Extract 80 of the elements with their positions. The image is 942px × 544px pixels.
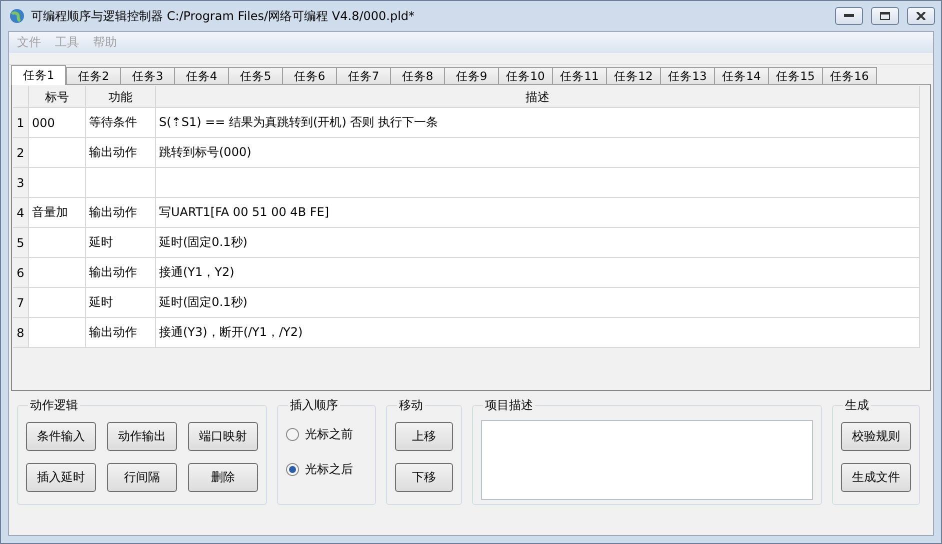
table-cell: 跳转到标号(000) — [156, 138, 920, 168]
column-header: 描述 — [156, 86, 920, 108]
tab[interactable]: 任务5 — [228, 67, 283, 85]
minimize-button[interactable] — [835, 7, 863, 25]
table-cell: 000 — [29, 108, 86, 138]
table-cell: 输出动作 — [86, 318, 156, 348]
maximize-icon — [880, 12, 890, 20]
table-cell: 写UART1[FA 00 51 00 4B FE] — [156, 198, 920, 228]
radio-label: 光标之后 — [305, 461, 353, 478]
table-cell: 输出动作 — [86, 258, 156, 288]
radio-icon[interactable] — [286, 428, 299, 441]
close-icon — [916, 12, 926, 20]
radio-option[interactable]: 光标之前 — [286, 426, 367, 443]
table-cell — [29, 288, 86, 318]
table-cell: 延时 — [86, 288, 156, 318]
table-cell — [29, 138, 86, 168]
action-button[interactable]: 行间隔 — [107, 463, 177, 492]
tab[interactable]: 任务9 — [444, 67, 499, 85]
group-title: 生成 — [844, 397, 870, 414]
row-number: 8 — [13, 318, 29, 348]
row-number: 7 — [13, 288, 29, 318]
row-number: 5 — [13, 228, 29, 258]
table-cell: 输出动作 — [86, 198, 156, 228]
table-cell: 延时 — [86, 228, 156, 258]
tab[interactable]: 任务12 — [606, 67, 661, 85]
radio-label: 光标之前 — [305, 426, 353, 443]
tab[interactable]: 任务2 — [66, 67, 121, 85]
tab[interactable]: 任务4 — [174, 67, 229, 85]
column-header: 功能 — [86, 86, 156, 108]
tab[interactable]: 任务6 — [282, 67, 337, 85]
group-title: 动作逻辑 — [29, 397, 79, 414]
tab[interactable]: 任务16 — [822, 67, 877, 85]
table-cell: 接通(Y1，Y2) — [156, 258, 920, 288]
row-number: 1 — [13, 108, 29, 138]
radio-option[interactable]: 光标之后 — [286, 461, 367, 478]
group-title: 移动 — [398, 397, 424, 414]
tab[interactable]: 任务7 — [336, 67, 391, 85]
table-cell — [29, 318, 86, 348]
generate-button[interactable]: 生成文件 — [841, 463, 911, 492]
generate-button[interactable]: 校验规则 — [841, 422, 911, 451]
window-title: 可编程顺序与逻辑控制器 C:/Program Files/网络可编程 V4.8/000.pld* — [31, 8, 416, 24]
tab[interactable]: 任务3 — [120, 67, 175, 85]
table-cell: 延时(固定0.1秒) — [156, 228, 920, 258]
maximize-button[interactable] — [871, 7, 899, 25]
tab[interactable]: 任务1 — [11, 65, 66, 85]
tab[interactable]: 任务14 — [714, 67, 769, 85]
column-header: 标号 — [29, 86, 86, 108]
tab[interactable]: 任务10 — [498, 67, 553, 85]
action-button[interactable]: 条件输入 — [26, 422, 96, 451]
table-cell: S(⇡S1) == 结果为真跳转到(开机) 否则 执行下一条 — [156, 108, 920, 138]
tab[interactable]: 任务15 — [768, 67, 823, 85]
table-cell: 音量加 — [29, 198, 86, 228]
action-button[interactable]: 插入延时 — [26, 463, 96, 492]
group-title: 插入顺序 — [289, 397, 339, 414]
table-cell — [29, 228, 86, 258]
tab[interactable]: 任务13 — [660, 67, 715, 85]
table-cell — [29, 258, 86, 288]
table-cell: 延时(固定0.1秒) — [156, 288, 920, 318]
table-cell: 接通(Y3)，断开(/Y1，/Y2) — [156, 318, 920, 348]
move-button[interactable]: 下移 — [395, 463, 453, 492]
row-number: 2 — [13, 138, 29, 168]
action-button[interactable]: 端口映射 — [188, 422, 258, 451]
table-cell: 等待条件 — [86, 108, 156, 138]
action-button[interactable]: 删除 — [188, 463, 258, 492]
tab[interactable]: 任务11 — [552, 67, 607, 85]
row-number: 4 — [13, 198, 29, 228]
group-title: 项目描述 — [484, 397, 534, 414]
table-cell: 输出动作 — [86, 138, 156, 168]
move-button[interactable]: 上移 — [395, 422, 453, 451]
minimize-icon — [844, 14, 854, 18]
description-field[interactable] — [481, 420, 813, 500]
action-button[interactable]: 动作输出 — [107, 422, 177, 451]
table-cell — [86, 168, 156, 198]
table-cell — [29, 168, 86, 198]
row-number: 3 — [13, 168, 29, 198]
globe-icon — [9, 8, 25, 24]
row-number: 6 — [13, 258, 29, 288]
close-button[interactable] — [907, 7, 935, 25]
radio-icon[interactable] — [286, 463, 299, 476]
tab[interactable]: 任务8 — [390, 67, 445, 85]
